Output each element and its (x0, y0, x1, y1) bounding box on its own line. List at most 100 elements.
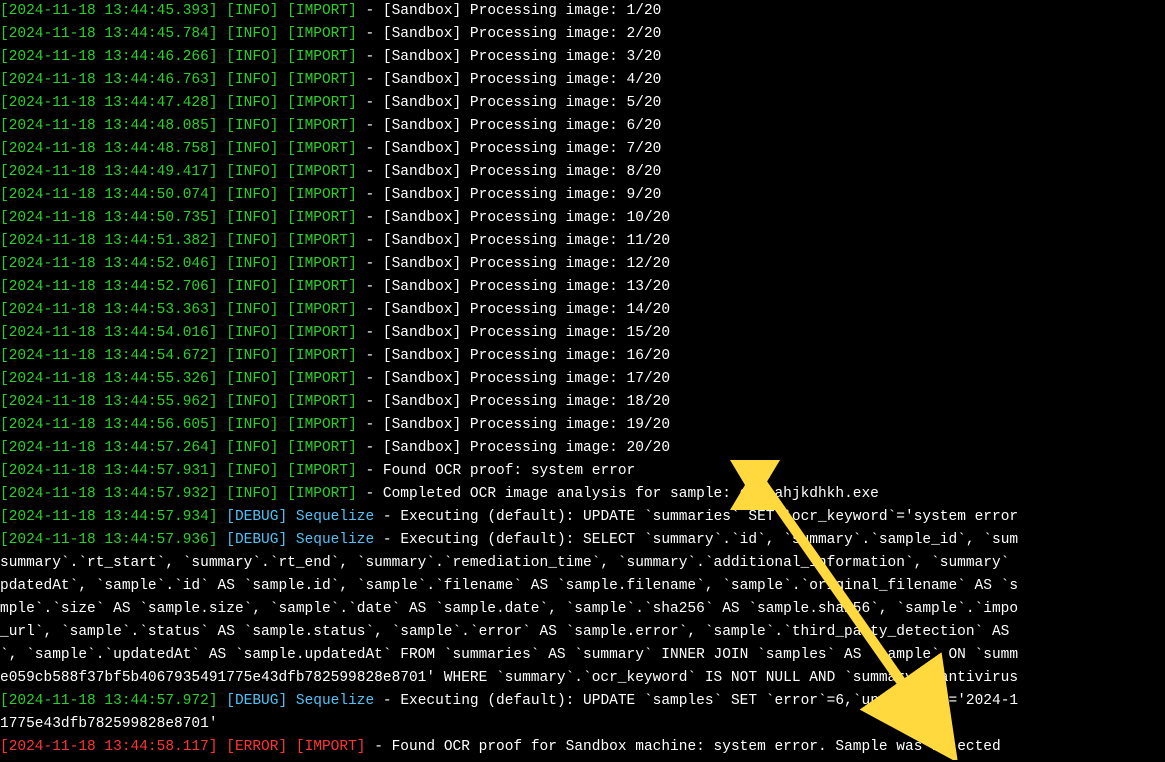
log-timestamp: [2024-11-18 13:44:48.758] (0, 141, 218, 157)
log-tag: Sequelize (296, 509, 374, 525)
log-level: [INFO] (226, 440, 278, 456)
log-tag: [IMPORT] (287, 3, 357, 19)
log-level: [INFO] (226, 371, 278, 387)
log-separator: - (366, 371, 375, 387)
log-message: [Sandbox] Processing image: 9/20 (383, 187, 661, 203)
log-message: Completed OCR image analysis for sample:… (383, 486, 879, 502)
log-separator: - (366, 233, 375, 249)
log-timestamp: [2024-11-18 13:44:57.931] (0, 463, 218, 479)
log-message: Found OCR proof for Sandbox machine: sys… (392, 739, 1010, 755)
log-tag: [IMPORT] (287, 417, 357, 433)
log-level: [INFO] (226, 279, 278, 295)
log-message: [Sandbox] Processing image: 13/20 (383, 279, 670, 295)
log-tag: [IMPORT] (287, 440, 357, 456)
log-separator: - (383, 693, 392, 709)
log-separator: - (366, 118, 375, 134)
log-timestamp: [2024-11-18 13:44:57.972] (0, 693, 218, 709)
log-message: [Sandbox] Processing image: 7/20 (383, 141, 661, 157)
log-line: [2024-11-18 13:44:49.417] [INFO] [IMPORT… (0, 161, 1165, 184)
log-level: [INFO] (226, 49, 278, 65)
log-separator: - (366, 348, 375, 364)
log-tag: [IMPORT] (287, 233, 357, 249)
log-tag: [IMPORT] (287, 72, 357, 88)
log-level: [INFO] (226, 164, 278, 180)
log-timestamp: [2024-11-18 13:44:46.266] (0, 49, 218, 65)
log-tag: Sequelize (296, 532, 374, 548)
log-separator: - (366, 394, 375, 410)
log-level: [INFO] (226, 486, 278, 502)
log-message: [Sandbox] Processing image: 6/20 (383, 118, 661, 134)
terminal-log-output[interactable]: [2024-11-18 13:44:45.393] [INFO] [IMPORT… (0, 0, 1165, 759)
log-timestamp: [2024-11-18 13:44:57.264] (0, 440, 218, 456)
log-level: [INFO] (226, 210, 278, 226)
log-timestamp: [2024-11-18 13:44:48.085] (0, 118, 218, 134)
log-separator: - (366, 26, 375, 42)
log-level: [INFO] (226, 463, 278, 479)
log-line: [2024-11-18 13:44:53.363] [INFO] [IMPORT… (0, 299, 1165, 322)
log-line: [2024-11-18 13:44:45.784] [INFO] [IMPORT… (0, 23, 1165, 46)
log-message: [Sandbox] Processing image: 12/20 (383, 256, 670, 272)
log-line: [2024-11-18 13:44:54.672] [INFO] [IMPORT… (0, 345, 1165, 368)
log-message: [Sandbox] Processing image: 14/20 (383, 302, 670, 318)
log-separator: - (383, 509, 392, 525)
log-separator: - (366, 95, 375, 111)
log-line: [2024-11-18 13:44:57.936] [DEBUG] Sequel… (0, 529, 1165, 552)
log-line: [2024-11-18 13:44:52.046] [INFO] [IMPORT… (0, 253, 1165, 276)
log-separator: - (366, 463, 375, 479)
log-continuation: 1775e43dfb782599828e8701' (0, 713, 1165, 736)
log-message: [Sandbox] Processing image: 5/20 (383, 95, 661, 111)
log-message: [Sandbox] Processing image: 10/20 (383, 210, 670, 226)
log-timestamp: [2024-11-18 13:44:52.046] (0, 256, 218, 272)
log-timestamp: [2024-11-18 13:44:57.934] (0, 509, 218, 525)
log-tag: [IMPORT] (287, 210, 357, 226)
log-timestamp: [2024-11-18 13:44:58.117] (0, 739, 218, 755)
log-tag: [IMPORT] (287, 463, 357, 479)
log-message: Executing (default): UPDATE `summaries` … (400, 509, 1018, 525)
log-continuation: _url`, `sample`.`status` AS `sample.stat… (0, 621, 1165, 644)
log-level: [INFO] (226, 141, 278, 157)
log-separator: - (366, 256, 375, 272)
log-tag: [IMPORT] (287, 394, 357, 410)
log-line: [2024-11-18 13:44:58.117] [ERROR] [IMPOR… (0, 736, 1165, 759)
log-timestamp: [2024-11-18 13:44:49.417] (0, 164, 218, 180)
log-message: Executing (default): SELECT `summary`.`i… (400, 532, 1018, 548)
log-timestamp: [2024-11-18 13:44:52.706] (0, 279, 218, 295)
log-separator: - (374, 739, 383, 755)
log-level: [DEBUG] (226, 693, 287, 709)
log-line: [2024-11-18 13:44:46.763] [INFO] [IMPORT… (0, 69, 1165, 92)
log-tag: [IMPORT] (287, 256, 357, 272)
log-tag: [IMPORT] (287, 141, 357, 157)
log-tag: [IMPORT] (287, 49, 357, 65)
log-line: [2024-11-18 13:44:47.428] [INFO] [IMPORT… (0, 92, 1165, 115)
log-continuation: e059cb588f37bf5b4067935491775e43dfb78259… (0, 667, 1165, 690)
log-line: [2024-11-18 13:44:50.735] [INFO] [IMPORT… (0, 207, 1165, 230)
log-separator: - (366, 279, 375, 295)
log-message: [Sandbox] Processing image: 11/20 (383, 233, 670, 249)
log-tag: [IMPORT] (287, 164, 357, 180)
log-message: [Sandbox] Processing image: 20/20 (383, 440, 670, 456)
log-separator: - (366, 141, 375, 157)
log-message: [Sandbox] Processing image: 3/20 (383, 49, 661, 65)
log-timestamp: [2024-11-18 13:44:56.605] (0, 417, 218, 433)
log-separator: - (366, 302, 375, 318)
log-tag: Sequelize (296, 693, 374, 709)
log-timestamp: [2024-11-18 13:44:54.016] (0, 325, 218, 341)
log-tag: [IMPORT] (287, 118, 357, 134)
log-tag: [IMPORT] (287, 26, 357, 42)
log-tag: [IMPORT] (287, 325, 357, 341)
log-level: [INFO] (226, 233, 278, 249)
log-tag: [IMPORT] (287, 187, 357, 203)
log-separator: - (366, 72, 375, 88)
log-timestamp: [2024-11-18 13:44:47.428] (0, 95, 218, 111)
log-message: Found OCR proof: system error (383, 463, 635, 479)
log-timestamp: [2024-11-18 13:44:45.784] (0, 26, 218, 42)
log-separator: - (366, 486, 375, 502)
log-line: [2024-11-18 13:44:54.016] [INFO] [IMPORT… (0, 322, 1165, 345)
log-level: [ERROR] (226, 739, 287, 755)
log-tag: [IMPORT] (287, 279, 357, 295)
log-continuation: `, `sample`.`updatedAt` AS `sample.updat… (0, 644, 1165, 667)
log-timestamp: [2024-11-18 13:44:51.382] (0, 233, 218, 249)
log-level: [INFO] (226, 302, 278, 318)
log-separator: - (383, 532, 392, 548)
log-message: [Sandbox] Processing image: 8/20 (383, 164, 661, 180)
